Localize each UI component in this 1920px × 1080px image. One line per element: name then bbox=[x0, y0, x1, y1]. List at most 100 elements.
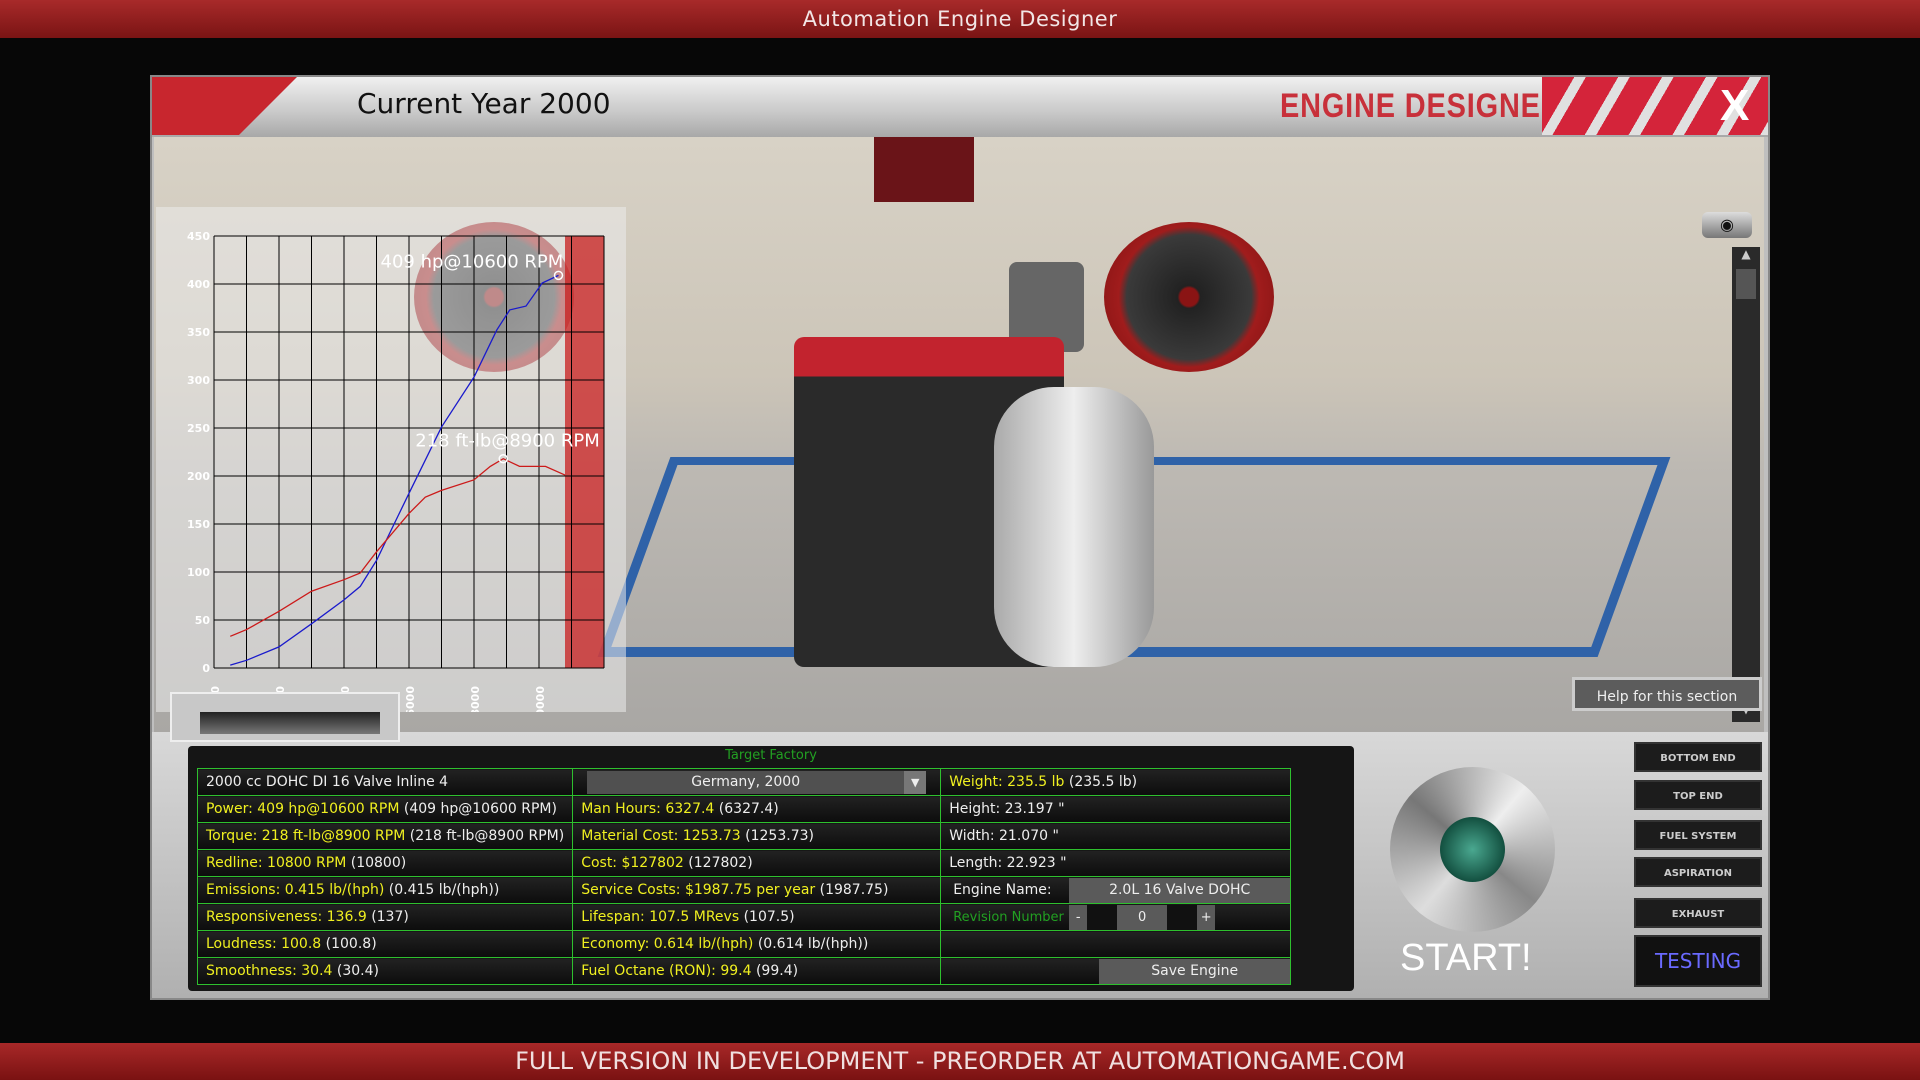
bottom-end-button[interactable]: BOTTOM END bbox=[1634, 742, 1762, 772]
stat-value: Lifespan: 107.5 MRevs bbox=[581, 909, 740, 925]
chevron-down-icon[interactable]: ▼ bbox=[904, 770, 927, 794]
current-year: Current Year 2000 bbox=[357, 87, 611, 120]
factory-select-cell: Germany, 2000 ▼ bbox=[572, 768, 942, 796]
x-tick-label: 10000 bbox=[534, 686, 547, 712]
stat-target: (137) bbox=[371, 909, 409, 925]
table-row: Smoothness: 30.4 (30.4) Fuel Octane (RON… bbox=[196, 957, 1292, 985]
power-torque-chart: 0501001502002503003504004500200040006000… bbox=[156, 207, 626, 712]
weight-cell: Weight: 235.5 lb (235.5 lb) bbox=[940, 768, 1292, 796]
peak-marker bbox=[553, 270, 564, 281]
stat-value: Loudness: 100.8 bbox=[206, 936, 322, 952]
engine-stats-table: 2000 cc DOHC DI 16 Valve Inline 4 German… bbox=[196, 768, 1292, 985]
stat-value: Responsiveness: 136.9 bbox=[206, 909, 367, 925]
stat-value: Cost: $127802 bbox=[581, 855, 684, 871]
stat-target: (30.4) bbox=[336, 963, 379, 979]
stat-target: (1253.73) bbox=[745, 828, 814, 844]
peak-annotation: 218 ft-lb@8900 RPM bbox=[415, 431, 600, 452]
start-lens-icon bbox=[1440, 817, 1505, 882]
table-row: 2000 cc DOHC DI 16 Valve Inline 4 German… bbox=[196, 768, 1292, 796]
stat-target: (10800) bbox=[350, 855, 407, 871]
engine-name-input[interactable]: 2.0L 16 Valve DOHC bbox=[1069, 877, 1291, 903]
redline-band bbox=[565, 236, 604, 668]
revision-value[interactable]: 0 bbox=[1117, 904, 1168, 930]
chart-toggle-tab[interactable] bbox=[170, 692, 400, 742]
start-button[interactable]: START! bbox=[1380, 747, 1580, 987]
stat-target: (100.8) bbox=[325, 936, 377, 952]
top-end-button[interactable]: TOP END bbox=[1634, 780, 1762, 810]
table-row: Torque: 218 ft-lb@8900 RPM (218 ft-lb@89… bbox=[196, 822, 1292, 850]
arrow-up-icon[interactable]: ▲ bbox=[1732, 247, 1760, 267]
chart-svg: 0501001502002503003504004500200040006000… bbox=[187, 230, 605, 712]
y-tick-label: 100 bbox=[187, 566, 210, 579]
stat-value: Man Hours: 6327.4 bbox=[581, 801, 715, 817]
lifespan-cell: Lifespan: 107.5 MRevs (107.5) bbox=[572, 903, 942, 931]
peak-annotation: 409 hp@10600 RPM bbox=[381, 251, 564, 272]
power-cell: Power: 409 hp@10600 RPM (409 hp@10600 RP… bbox=[196, 795, 574, 823]
stat-value: Redline: 10800 RPM bbox=[206, 855, 347, 871]
y-tick-label: 150 bbox=[187, 518, 210, 531]
length-cell: Length: 22.923 " bbox=[940, 849, 1292, 877]
app-title-bar: Automation Engine Designer bbox=[0, 0, 1920, 38]
revision-decrement[interactable]: - bbox=[1069, 904, 1088, 930]
loudness-cell: Loudness: 100.8 (100.8) bbox=[196, 930, 574, 958]
stat-target: (0.614 lb/(hph)) bbox=[757, 936, 869, 952]
redline-cell: Redline: 10800 RPM (10800) bbox=[196, 849, 574, 877]
aspiration-button[interactable]: ASPIRATION bbox=[1634, 857, 1762, 887]
responsiveness-cell: Responsiveness: 136.9 (137) bbox=[196, 903, 574, 931]
cost-cell: Cost: $127802 (127802) bbox=[572, 849, 942, 877]
engine-description: 2000 cc DOHC DI 16 Valve Inline 4 bbox=[196, 768, 574, 796]
stat-target: (127802) bbox=[688, 855, 753, 871]
stat-value: Torque: 218 ft-lb@8900 RPM bbox=[206, 828, 406, 844]
stat-target: (409 hp@10600 RPM) bbox=[403, 801, 557, 817]
3d-engine-viewport[interactable]: 0501001502002503003504004500200040006000… bbox=[154, 137, 1764, 732]
table-row: Responsiveness: 136.9 (137) Lifespan: 10… bbox=[196, 903, 1292, 931]
preorder-banner[interactable]: FULL VERSION IN DEVELOPMENT - PREORDER A… bbox=[0, 1043, 1920, 1080]
revision-label: Revision Number bbox=[953, 909, 1064, 925]
revision-spacer bbox=[1087, 904, 1118, 930]
target-factory-label: Target Factory bbox=[725, 748, 817, 763]
y-tick-label: 400 bbox=[187, 278, 210, 291]
torque-cell: Torque: 218 ft-lb@8900 RPM (218 ft-lb@89… bbox=[196, 822, 574, 850]
start-label: START! bbox=[1400, 937, 1532, 979]
fuel-system-button[interactable]: FUEL SYSTEM bbox=[1634, 820, 1762, 850]
engine-stats-box: Target Factory 2000 cc DOHC DI 16 Valve … bbox=[188, 746, 1354, 991]
stat-target: (99.4) bbox=[755, 963, 799, 979]
revision-increment[interactable]: + bbox=[1197, 904, 1216, 930]
scrollbar-thumb[interactable] bbox=[1736, 269, 1756, 299]
stat-target: (0.415 lb/(hph)) bbox=[388, 882, 500, 898]
exhaust-manifold bbox=[994, 387, 1154, 667]
camera-icon[interactable]: ◉ bbox=[1702, 212, 1752, 238]
y-tick-label: 250 bbox=[187, 422, 210, 435]
height-cell: Height: 23.197 " bbox=[940, 795, 1292, 823]
service-costs-cell: Service Costs: $1987.75 per year (1987.7… bbox=[572, 876, 942, 904]
wall-poster bbox=[874, 137, 974, 202]
engine-designer-logo: ENGINE DESIGNER bbox=[1280, 87, 1563, 125]
width-cell: Width: 21.070 " bbox=[940, 822, 1292, 850]
stat-value: Material Cost: 1253.73 bbox=[581, 828, 741, 844]
table-row: Redline: 10800 RPM (10800) Cost: $127802… bbox=[196, 849, 1292, 877]
engine-name-cell: Engine Name: 2.0L 16 Valve DOHC bbox=[940, 876, 1292, 904]
factory-select-value: Germany, 2000 bbox=[691, 773, 801, 790]
stat-value: Service Costs: $1987.75 per year bbox=[581, 882, 816, 898]
header-accent bbox=[152, 77, 297, 135]
y-tick-label: 50 bbox=[195, 614, 211, 627]
economy-cell: Economy: 0.614 lb/(hph) (0.614 lb/(hph)) bbox=[572, 930, 942, 958]
tab-slot bbox=[200, 712, 380, 734]
fuel-octane-cell: Fuel Octane (RON): 99.4 (99.4) bbox=[572, 957, 942, 985]
stat-value: Emissions: 0.415 lb/(hph) bbox=[206, 882, 385, 898]
man-hours-cell: Man Hours: 6327.4 (6327.4) bbox=[572, 795, 942, 823]
y-tick-label: 450 bbox=[187, 230, 210, 243]
factory-select[interactable]: Germany, 2000 ▼ bbox=[587, 770, 927, 794]
table-row: Loudness: 100.8 (100.8) Economy: 0.614 l… bbox=[196, 930, 1292, 958]
x-tick-label: 8000 bbox=[469, 686, 482, 712]
weight-value: Weight: 235.5 lb bbox=[949, 774, 1065, 790]
engine-designer-window: 0501001502002503003504004500200040006000… bbox=[150, 75, 1770, 1000]
table-row: Emissions: 0.415 lb/(hph) (0.415 lb/(hph… bbox=[196, 876, 1292, 904]
exhaust-button[interactable]: EXHAUST bbox=[1634, 898, 1762, 928]
close-icon[interactable]: X bbox=[1720, 81, 1749, 131]
table-row: Power: 409 hp@10600 RPM (409 hp@10600 RP… bbox=[196, 795, 1292, 823]
help-button[interactable]: Help for this section bbox=[1572, 677, 1762, 711]
viewport-scrollbar[interactable]: ▲ ▼ bbox=[1732, 247, 1760, 722]
save-engine-button[interactable]: Save Engine bbox=[1099, 958, 1291, 984]
testing-button[interactable]: TESTING bbox=[1634, 935, 1762, 987]
